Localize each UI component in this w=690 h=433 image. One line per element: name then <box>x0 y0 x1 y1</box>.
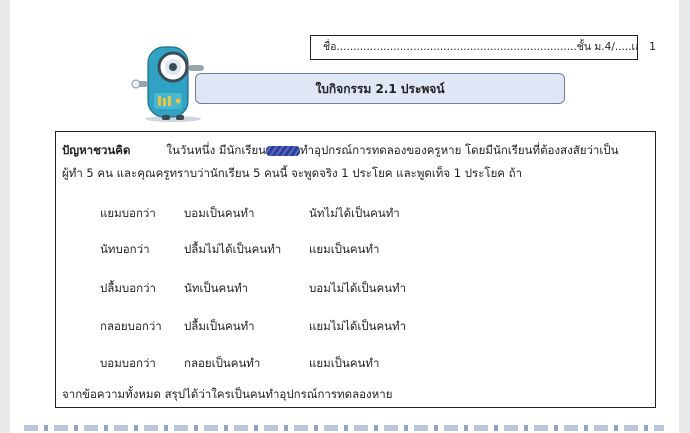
statement-second: นัทไม่ได้เป็นคนทำ <box>309 206 400 220</box>
statement-second: แยมเป็นคนทำ <box>309 242 380 256</box>
statement-first: บอมเป็นคนทำ <box>184 206 255 220</box>
worksheet-title: ใบกิจกรรม 2.1 ประพจน์ <box>315 82 445 96</box>
student-info-line: ชื่อ....................................… <box>323 41 638 53</box>
robot-mascot-icon <box>131 46 204 122</box>
statement-second: บอมไม่ได้เป็นคนทำ <box>309 281 407 295</box>
statement-first: ปลื้มไม่ได้เป็นคนทำ <box>184 242 282 256</box>
problem-intro-line2: ผู้ทำ 5 คน และคุณครูทราบว่านักเรียน 5 คน… <box>62 166 523 180</box>
statement-speaker: กลอยบอกว่า <box>100 319 162 333</box>
statement-first: ปลื้มเป็นคนทำ <box>184 319 255 333</box>
problem-box: ปัญหาชวนคิด ในวันหนึ่ง มีนักเรียน ทำอุปกรณ… <box>55 131 656 408</box>
statement-first: กลอยเป็นคนทำ <box>184 356 261 370</box>
statement-second: แยมไม่ได้เป็นคนทำ <box>309 319 407 333</box>
conclusion-question: จากข้อความทั้งหมด สรุปได้ว่าใครเป็นคนทำอ… <box>62 387 393 401</box>
document-page: ชื่อ....................................… <box>10 0 679 433</box>
next-page-edge <box>24 425 664 431</box>
problem-text-rest: ทำอุปกรณ์การทดลองของครูหาย โดยมีนักเรียน… <box>300 143 619 157</box>
page-number: 1 <box>649 40 656 53</box>
problem-text-start: ในวันหนึ่ง มีนักเรียน <box>166 143 267 157</box>
statement-speaker: แยมบอกว่า <box>100 206 156 220</box>
statement-speaker: ปลื้มบอกว่า <box>100 281 157 295</box>
redaction-scribble <box>266 145 301 156</box>
problem-label: ปัญหาชวนคิด <box>62 143 131 157</box>
statement-speaker: บอมบอกว่า <box>100 356 156 370</box>
student-info-box: ชื่อ....................................… <box>310 35 638 60</box>
statement-second: แยมเป็นคนทำ <box>309 356 380 370</box>
title-banner: ใบกิจกรรม 2.1 ประพจน์ <box>195 73 565 104</box>
statement-speaker: นัทบอกว่า <box>100 242 150 256</box>
statement-first: นัทเป็นคนทำ <box>184 281 249 295</box>
problem-intro-line1: ปัญหาชวนคิด ในวันหนึ่ง มีนักเรียน ทำอุปกรณ… <box>62 142 618 160</box>
